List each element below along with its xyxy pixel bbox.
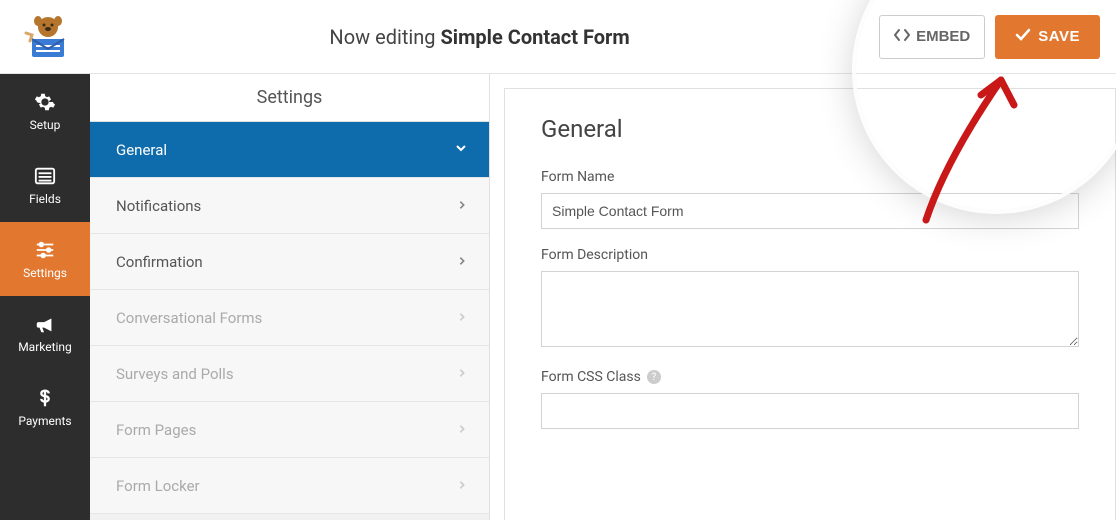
sliders-icon: [34, 239, 56, 261]
nav-item-setup[interactable]: Setup: [0, 74, 90, 148]
form-panel-body: General Form Name Form Description Form …: [504, 88, 1116, 520]
settings-item-label: Form Locker: [116, 477, 200, 495]
settings-item-notifications[interactable]: Notifications: [90, 178, 489, 234]
editing-label: Now editing Simple Contact Form: [80, 25, 879, 49]
form-name-input[interactable]: [541, 193, 1079, 229]
chevron-right-icon: [457, 478, 467, 494]
settings-item-label: Conversational Forms: [116, 309, 262, 327]
nav-item-fields[interactable]: Fields: [0, 148, 90, 222]
settings-item-general[interactable]: General: [90, 122, 489, 178]
nav-item-settings[interactable]: Settings: [0, 222, 90, 296]
settings-item-surveys[interactable]: Surveys and Polls: [90, 346, 489, 402]
settings-sidebar-title: Settings: [90, 74, 489, 122]
dollar-icon: [34, 387, 56, 409]
header-actions: EMBED SAVE: [879, 15, 1100, 59]
chevron-right-icon: [457, 366, 467, 382]
gear-icon: [34, 91, 56, 113]
main-content: Setup Fields Settings Marketing Payments: [0, 74, 1116, 520]
settings-item-conversational[interactable]: Conversational Forms: [90, 290, 489, 346]
save-button[interactable]: SAVE: [995, 15, 1100, 59]
chevron-right-icon: [457, 310, 467, 326]
nav-item-payments[interactable]: Payments: [0, 370, 90, 444]
app-header: Now editing Simple Contact Form EMBED SA…: [0, 0, 1116, 74]
nav-label: Payments: [18, 414, 71, 428]
chevron-down-icon: [455, 142, 467, 158]
settings-item-form-pages[interactable]: Form Pages: [90, 402, 489, 458]
nav-label: Settings: [23, 266, 67, 280]
settings-sidebar: Settings General Notifications Confirmat…: [90, 74, 490, 520]
code-icon: [894, 27, 910, 47]
embed-button[interactable]: EMBED: [879, 15, 985, 59]
editing-prefix: Now editing: [329, 25, 440, 49]
panel-heading: General: [541, 115, 1079, 143]
form-css-class-label: Form CSS Class ?: [541, 369, 1079, 385]
css-class-text: Form CSS Class: [541, 369, 641, 385]
bullhorn-icon: [34, 313, 56, 335]
form-description-label: Form Description: [541, 247, 1079, 263]
settings-item-label: General: [116, 141, 167, 159]
form-css-class-input[interactable]: [541, 393, 1079, 429]
nav-label: Fields: [29, 192, 61, 206]
form-name-label: Form Name: [541, 169, 1079, 185]
chevron-right-icon: [457, 422, 467, 438]
editing-form-title: Simple Contact Form: [440, 25, 629, 49]
embed-label: EMBED: [916, 28, 970, 45]
nav-label: Setup: [30, 118, 61, 132]
list-icon: [34, 165, 56, 187]
app-logo: [16, 13, 80, 61]
settings-item-label: Form Pages: [116, 421, 196, 439]
nav-item-marketing[interactable]: Marketing: [0, 296, 90, 370]
save-label: SAVE: [1038, 28, 1080, 45]
nav-label: Marketing: [18, 340, 72, 354]
chevron-right-icon: [457, 198, 467, 214]
help-icon[interactable]: ?: [647, 370, 661, 384]
settings-item-form-locker[interactable]: Form Locker: [90, 458, 489, 514]
settings-item-label: Confirmation: [116, 253, 203, 271]
form-panel: General Form Name Form Description Form …: [490, 74, 1116, 520]
left-nav: Setup Fields Settings Marketing Payments: [0, 74, 90, 520]
check-icon: [1015, 27, 1031, 47]
chevron-right-icon: [457, 254, 467, 270]
settings-item-label: Surveys and Polls: [116, 365, 234, 383]
settings-item-confirmation[interactable]: Confirmation: [90, 234, 489, 290]
form-description-input[interactable]: [541, 271, 1079, 347]
settings-item-label: Notifications: [116, 197, 201, 215]
